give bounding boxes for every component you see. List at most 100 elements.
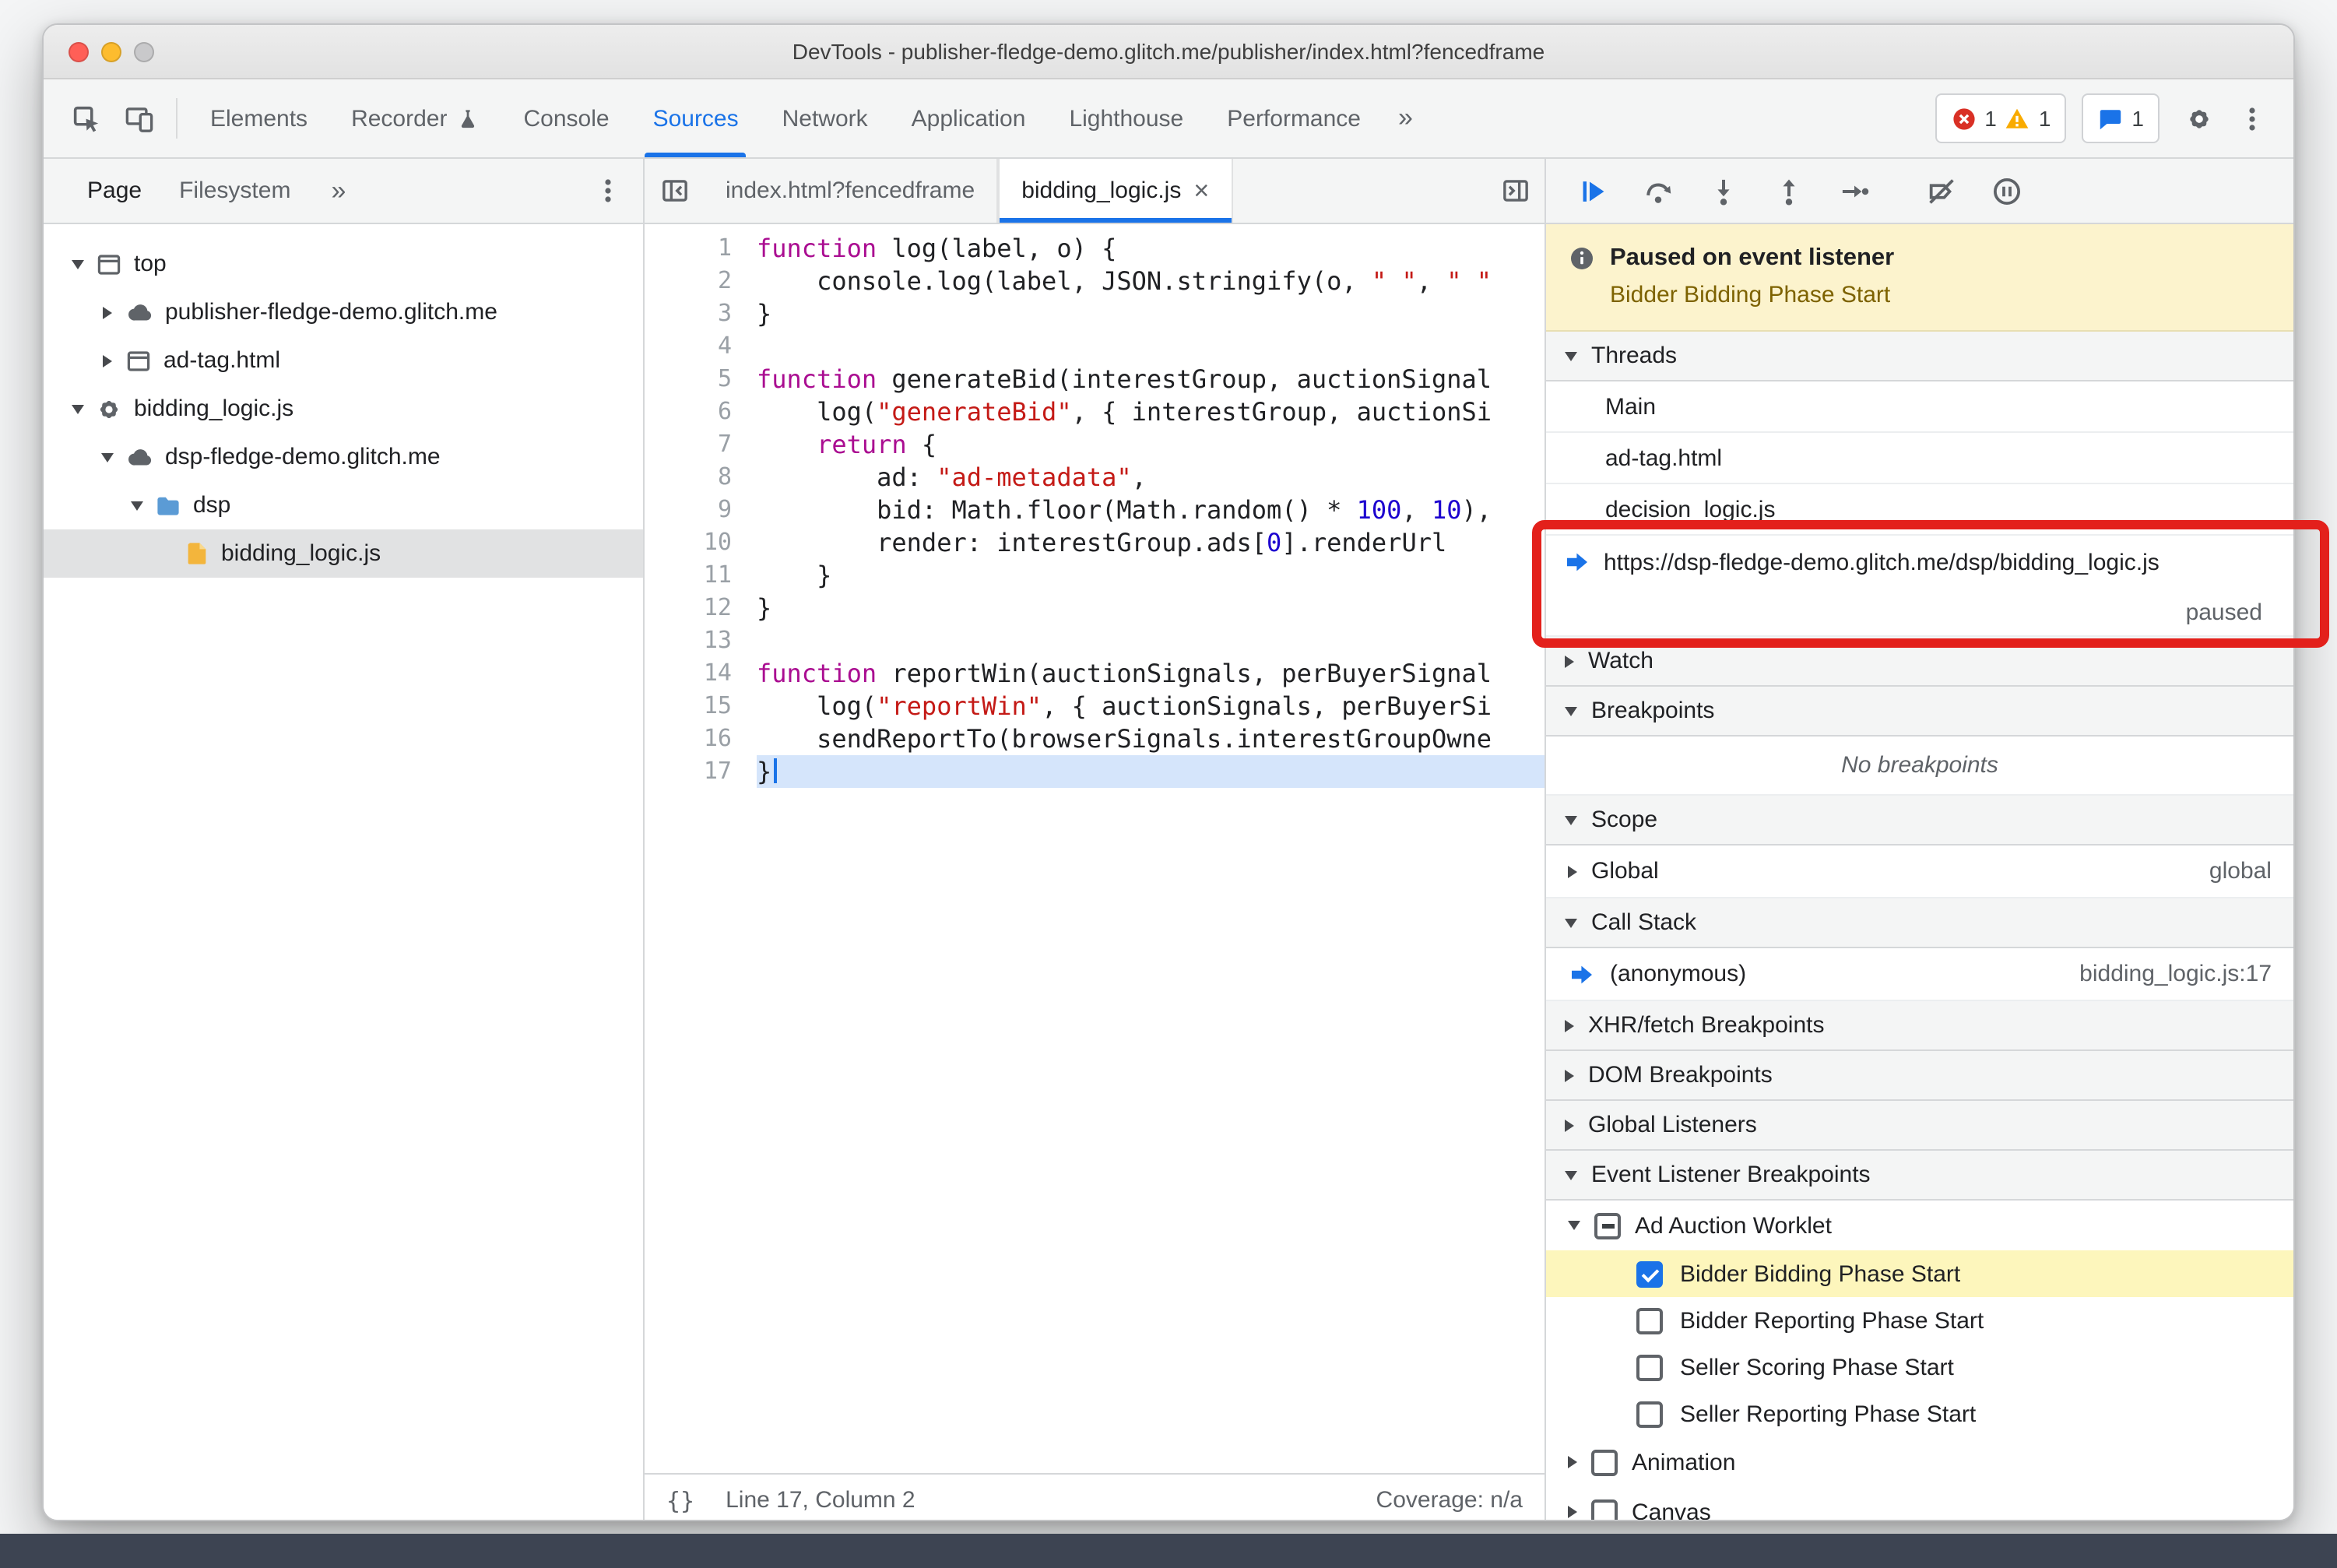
section-threads[interactable]: Threads (1546, 332, 2293, 381)
step-button[interactable] (1823, 166, 1885, 216)
close-button[interactable] (69, 41, 89, 62)
listener-seller-scoring-phase-start[interactable]: Seller Scoring Phase Start (1546, 1344, 2293, 1390)
tree-item-dsp-fledge-demo-glitch-me[interactable]: dsp-fledge-demo.glitch.me (44, 433, 643, 481)
line-number[interactable]: 5 (645, 363, 732, 396)
expand-toggle[interactable] (65, 404, 90, 413)
tab-network[interactable]: Network (761, 79, 890, 157)
step-into-button[interactable] (1692, 166, 1755, 216)
section-event-listener-breakpoints[interactable]: Event Listener Breakpoints (1546, 1151, 2293, 1201)
listener-seller-reporting-phase-start[interactable]: Seller Reporting Phase Start (1546, 1390, 2293, 1437)
line-number[interactable]: 2 (645, 265, 732, 297)
line-number[interactable]: 16 (645, 722, 732, 755)
thread-item-main[interactable]: Main (1546, 381, 2293, 433)
code-line[interactable]: 17} (645, 755, 1545, 788)
line-number[interactable]: 8 (645, 461, 732, 494)
section-scope[interactable]: Scope (1546, 796, 2293, 846)
file-tab-index-html-fencedframe[interactable]: index.html?fencedframe (704, 159, 999, 223)
more-panels-chevron[interactable]: » (1383, 103, 1429, 134)
tree-item-ad-tag-html[interactable]: ad-tag.html (44, 336, 643, 385)
line-number[interactable]: 13 (645, 624, 732, 657)
inspect-button[interactable] (59, 92, 112, 145)
tree-item-top[interactable]: top (44, 240, 643, 288)
tree-item-publisher-fledge-demo-glitch-me[interactable]: publisher-fledge-demo.glitch.me (44, 288, 643, 336)
navigator-menu-button[interactable] (581, 164, 634, 217)
expand-toggle[interactable] (95, 452, 120, 462)
tree-item-bidding-logic-js[interactable]: bidding_logic.js (44, 385, 643, 433)
code-line[interactable]: 7 return { (645, 428, 1545, 461)
section-watch[interactable]: Watch (1546, 637, 2293, 687)
line-number[interactable]: 9 (645, 494, 732, 526)
listener-bidder-bidding-phase-start[interactable]: Bidder Bidding Phase Start (1546, 1250, 2293, 1297)
code-line[interactable]: 6 log("generateBid", { interestGroup, au… (645, 396, 1545, 428)
settings-button[interactable] (2172, 92, 2225, 145)
tab-application[interactable]: Application (890, 79, 1048, 157)
tree-item-bidding-logic-js[interactable]: bidding_logic.js (44, 529, 643, 578)
more-options-button[interactable] (2225, 92, 2278, 145)
code-line[interactable]: 5 function generateBid(interestGroup, auc… (645, 363, 1545, 396)
code-line[interactable]: 8 ad: "ad-metadata", (645, 461, 1545, 494)
code-line[interactable]: 1 function log(label, o) { (645, 232, 1545, 265)
minimize-button[interactable] (101, 41, 121, 62)
code-line[interactable]: 4 (645, 330, 1545, 363)
expand-toggle[interactable] (65, 259, 90, 269)
line-number[interactable]: 1 (645, 232, 732, 265)
code-editor[interactable]: 1 function log(label, o) {2 console.log(l… (645, 224, 1545, 1473)
line-number[interactable]: 14 (645, 657, 732, 690)
tab-lighthouse[interactable]: Lighthouse (1047, 79, 1205, 157)
line-number[interactable]: 4 (645, 330, 732, 363)
expand-toggle[interactable] (125, 501, 149, 510)
scope-row-global[interactable]: Global global (1546, 846, 2293, 898)
tab-elements[interactable]: Elements (188, 79, 329, 157)
tree-item-dsp[interactable]: dsp (44, 481, 643, 529)
expand-toggle[interactable] (95, 306, 120, 318)
file-tab-bidding-logic-js[interactable]: bidding_logic.js × (998, 159, 1233, 223)
code-line[interactable]: 9 bid: Math.floor(Math.random() * 100, 1… (645, 494, 1545, 526)
expand-toggle[interactable] (95, 354, 120, 367)
hide-navigator-button[interactable] (645, 159, 704, 223)
step-out-button[interactable] (1758, 166, 1820, 216)
line-number[interactable]: 7 (645, 428, 732, 461)
code-line[interactable]: 3} (645, 297, 1545, 330)
tab-sources[interactable]: Sources (631, 79, 761, 157)
section-dom-breakpoints[interactable]: DOM Breakpoints (1546, 1051, 2293, 1101)
ad-auction-worklet-checkbox[interactable] (1594, 1212, 1621, 1239)
seller-scoring-phase-start-checkbox[interactable] (1636, 1354, 1663, 1380)
seller-reporting-phase-start-checkbox[interactable] (1636, 1401, 1663, 1427)
code-line[interactable]: 13 (645, 624, 1545, 657)
line-number[interactable]: 11 (645, 559, 732, 592)
section-xhr-fetch-breakpoints[interactable]: XHR/fetch Breakpoints (1546, 1001, 2293, 1051)
navigator-tab-page[interactable]: Page (69, 159, 160, 223)
animation-checkbox[interactable] (1591, 1449, 1618, 1475)
code-line[interactable]: 11 } (645, 559, 1545, 592)
section-global-listeners[interactable]: Global Listeners (1546, 1101, 2293, 1151)
zoom-button[interactable] (134, 41, 154, 62)
tab-recorder[interactable]: Recorder (329, 79, 501, 157)
line-number[interactable]: 6 (645, 396, 732, 428)
code-line[interactable]: 15 log("reportWin", { auctionSignals, pe… (645, 690, 1545, 722)
line-number[interactable]: 10 (645, 526, 732, 559)
bidder-bidding-phase-start-checkbox[interactable] (1636, 1260, 1663, 1287)
open-file-navigation-button[interactable] (1485, 159, 1545, 223)
code-line[interactable]: 14 function reportWin(auctionSignals, per… (645, 657, 1545, 690)
titlebar[interactable]: DevTools - publisher-fledge-demo.glitch.… (44, 25, 2293, 79)
listener-category-ad-auction-worklet[interactable]: Ad Auction Worklet (1546, 1201, 2293, 1250)
line-number[interactable]: 17 (645, 755, 732, 788)
listener-bidder-reporting-phase-start[interactable]: Bidder Reporting Phase Start (1546, 1297, 2293, 1344)
navigator-tab-filesystem[interactable]: Filesystem (160, 159, 309, 223)
line-number[interactable]: 15 (645, 690, 732, 722)
issues-badge[interactable]: 1 (2082, 93, 2160, 143)
tab-performance[interactable]: Performance (1205, 79, 1383, 157)
device-toolbar-button[interactable] (112, 92, 165, 145)
section-breakpoints[interactable]: Breakpoints (1546, 687, 2293, 737)
listener-category-animation[interactable]: Animation (1546, 1437, 2293, 1487)
call-stack-frame[interactable]: (anonymous) bidding_logic.js:17 (1546, 948, 2293, 1001)
code-line[interactable]: 16 sendReportTo(browserSignals.interestG… (645, 722, 1545, 755)
pretty-print-button[interactable]: {} (666, 1486, 694, 1514)
errors-warnings-badge[interactable]: 1 1 (1935, 93, 2067, 143)
code-line[interactable]: 12} (645, 592, 1545, 624)
bidder-reporting-phase-start-checkbox[interactable] (1636, 1307, 1663, 1334)
code-line[interactable]: 2 console.log(label, JSON.stringify(o, "… (645, 265, 1545, 297)
listener-category-canvas[interactable]: Canvas (1546, 1487, 2293, 1520)
code-line[interactable]: 10 render: interestGroup.ads[0].renderUr… (645, 526, 1545, 559)
canvas-checkbox[interactable] (1591, 1499, 1618, 1520)
